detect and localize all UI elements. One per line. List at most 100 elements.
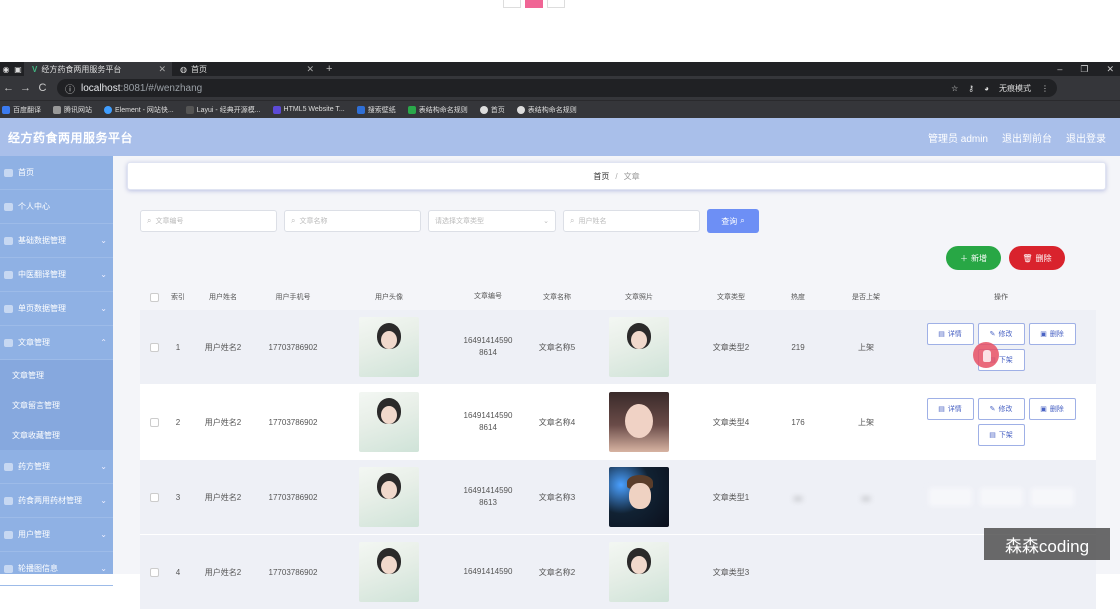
avatar[interactable] <box>359 317 419 377</box>
bookmark[interactable]: Element - 网站快... <box>104 105 174 115</box>
article-photo[interactable] <box>609 542 669 602</box>
forward-icon[interactable]: → <box>17 82 34 94</box>
url-input[interactable]: ⓘ localhost:8081/#/wenzhang ☆ ⚷ ◕ 无痕模式 ⋮ <box>57 79 1057 97</box>
header-heat: 热度 <box>791 294 805 301</box>
bookmark[interactable]: 搜索壁纸 <box>356 105 396 115</box>
close-window-icon[interactable]: ✕ <box>1106 64 1114 75</box>
bookmark[interactable]: 首页 <box>479 105 505 115</box>
article-photo[interactable] <box>609 317 669 377</box>
article-photo[interactable] <box>609 467 669 527</box>
sidebar-item-label: 文章管理 <box>18 338 50 347</box>
ghost-prev <box>503 0 521 8</box>
sidebar-item-tcm-translation[interactable]: 中医翻译管理 ⌄ <box>0 258 113 292</box>
cell-article-photo <box>588 392 690 452</box>
avatar[interactable] <box>359 542 419 602</box>
bookmark-icon <box>479 105 488 114</box>
restore-icon[interactable]: ❐ <box>1080 64 1088 75</box>
sidebar-subitem-article-comments[interactable]: 文章留言管理 <box>0 390 113 420</box>
bookmark[interactable]: HTML5 Website T... <box>272 105 345 114</box>
user-name-input[interactable]: ⌕ 用户姓名 <box>563 210 700 232</box>
table-header: 索引 用户姓名 用户手机号 用户头像 文章编号 文章名称 文章照片 文章类型 热… <box>140 284 1096 310</box>
sidebar-subitem-article-manage[interactable]: 文章管理 <box>0 360 113 390</box>
row-checkbox[interactable] <box>149 567 159 577</box>
row-checkbox[interactable] <box>149 417 159 427</box>
star-icon[interactable]: ☆ <box>951 84 958 93</box>
article-no-input[interactable]: ⌕ 文章编号 <box>140 210 277 232</box>
edit-button[interactable]: ✎ 修改 <box>977 398 1025 420</box>
admin-link[interactable]: 管理员 admin <box>928 130 988 145</box>
omnibox-actions: ☆ ⚷ ◕ 无痕模式 ⋮ <box>951 83 1049 94</box>
new-tab-icon[interactable]: + <box>326 63 332 75</box>
delete-button[interactable]: ▣ 删除 <box>1028 398 1076 420</box>
search-button-label: 查询 <box>721 216 738 226</box>
sidebar-item-carousel[interactable]: 轮播图信息 ⌄ <box>0 552 113 586</box>
sidebar-item-herbs[interactable]: 药食两用药材管理 ⌄ <box>0 484 113 518</box>
add-button[interactable]: ＋新增 <box>946 246 1001 270</box>
close-icon[interactable]: ✕ <box>158 64 166 75</box>
article-no-line: 8614 <box>479 348 497 357</box>
home-icon <box>4 168 13 177</box>
bookmark[interactable]: 表结构命名规则 <box>407 105 468 115</box>
sidebar-item-home[interactable]: 首页 <box>0 156 113 190</box>
sidebar-item-prescriptions[interactable]: 药方管理 ⌄ <box>0 450 113 484</box>
vue-icon: V <box>32 64 38 74</box>
action-placeholder[interactable] <box>926 486 974 508</box>
bookmark-label: 表结构命名规则 <box>527 106 577 114</box>
sidebar-item-articles[interactable]: 文章管理 ⌃ <box>0 326 113 360</box>
sidebar-item-users[interactable]: 用户管理 ⌄ <box>0 518 113 552</box>
sidebar-item-basic-data[interactable]: 基础数据管理 ⌄ <box>0 224 113 258</box>
article-no-line: 16491414590 <box>463 336 513 345</box>
more-icon[interactable]: ⋮ <box>1041 84 1049 93</box>
logout-link[interactable]: 退出登录 <box>1066 130 1106 145</box>
avatar[interactable] <box>359 392 419 452</box>
bookmark[interactable]: 腾讯网站 <box>53 105 92 115</box>
offshelf-button[interactable]: ▤下架 <box>977 424 1025 446</box>
delete-button-label: 删除 <box>1035 253 1052 263</box>
sidebar-subitem-label: 文章留言管理 <box>12 400 60 410</box>
action-placeholder[interactable] <box>1028 486 1076 508</box>
sidebar-item-label: 个人中心 <box>18 202 50 211</box>
bookmark[interactable]: Layui - 经典开源模... <box>185 105 261 115</box>
action-placeholder[interactable] <box>977 486 1025 508</box>
avatar[interactable] <box>359 467 419 527</box>
close-icon[interactable]: ✕ <box>306 64 314 75</box>
exit-to-front-link[interactable]: 退出到前台 <box>1002 130 1052 145</box>
key-icon[interactable]: ⚷ <box>968 84 974 93</box>
article-type-select[interactable]: 请选择文章类型 ⌄ <box>428 210 556 232</box>
select-placeholder: 请选择文章类型 <box>435 218 484 225</box>
row-checkbox[interactable] <box>149 492 159 502</box>
sidebar-item-label: 药方管理 <box>18 462 50 471</box>
select-all-checkbox[interactable] <box>149 292 159 302</box>
minimize-icon[interactable]: – <box>1057 64 1062 75</box>
incognito-icon[interactable]: ◕ <box>984 84 989 93</box>
sidebar-item-single-page[interactable]: 单页数据管理 ⌄ <box>0 292 113 326</box>
bookmark[interactable]: 表结构命名规则 <box>516 105 577 115</box>
back-icon[interactable]: ← <box>0 82 17 94</box>
tab-home[interactable]: ◍ 首页 ✕ <box>172 62 320 76</box>
tab-platform[interactable]: V 经方药食两用服务平台 ✕ <box>24 62 172 76</box>
tab-sidebar-icon[interactable]: ▣ <box>12 65 24 74</box>
row-checkbox[interactable] <box>149 342 159 352</box>
search-button[interactable]: 查询 ⌕ <box>707 209 759 233</box>
browser-menu-icon[interactable]: ◉ <box>0 65 12 74</box>
bulk-delete-button[interactable]: 🗑 删除 <box>1009 246 1065 270</box>
cell-heat: ▬ <box>794 492 802 502</box>
reload-icon[interactable]: C <box>34 82 51 94</box>
chevron-down-icon: ⌄ <box>100 564 107 573</box>
detail-button[interactable]: ▤ 详情 <box>926 398 974 420</box>
sidebar-subitem-article-favorites[interactable]: 文章收藏管理 <box>0 420 113 450</box>
detail-button[interactable]: ▤ 详情 <box>926 323 974 345</box>
database-icon <box>4 236 13 245</box>
input-placeholder: 文章名称 <box>299 218 328 225</box>
breadcrumb-current: 文章 <box>623 171 640 181</box>
sidebar-item-profile[interactable]: 个人中心 <box>0 190 113 224</box>
article-photo[interactable] <box>609 392 669 452</box>
chevron-down-icon: ⌄ <box>100 496 107 505</box>
cell-article-type: 文章类型2 <box>712 342 750 352</box>
bookmark[interactable]: 百度翻译 <box>2 105 41 115</box>
breadcrumb-home[interactable]: 首页 <box>593 171 609 182</box>
bookmark-label: HTML5 Website T... <box>283 106 345 113</box>
cell-index: 3 <box>175 492 181 502</box>
article-name-input[interactable]: ⌕ 文章名称 <box>284 210 421 232</box>
delete-button[interactable]: ▣ 删除 <box>1028 323 1076 345</box>
